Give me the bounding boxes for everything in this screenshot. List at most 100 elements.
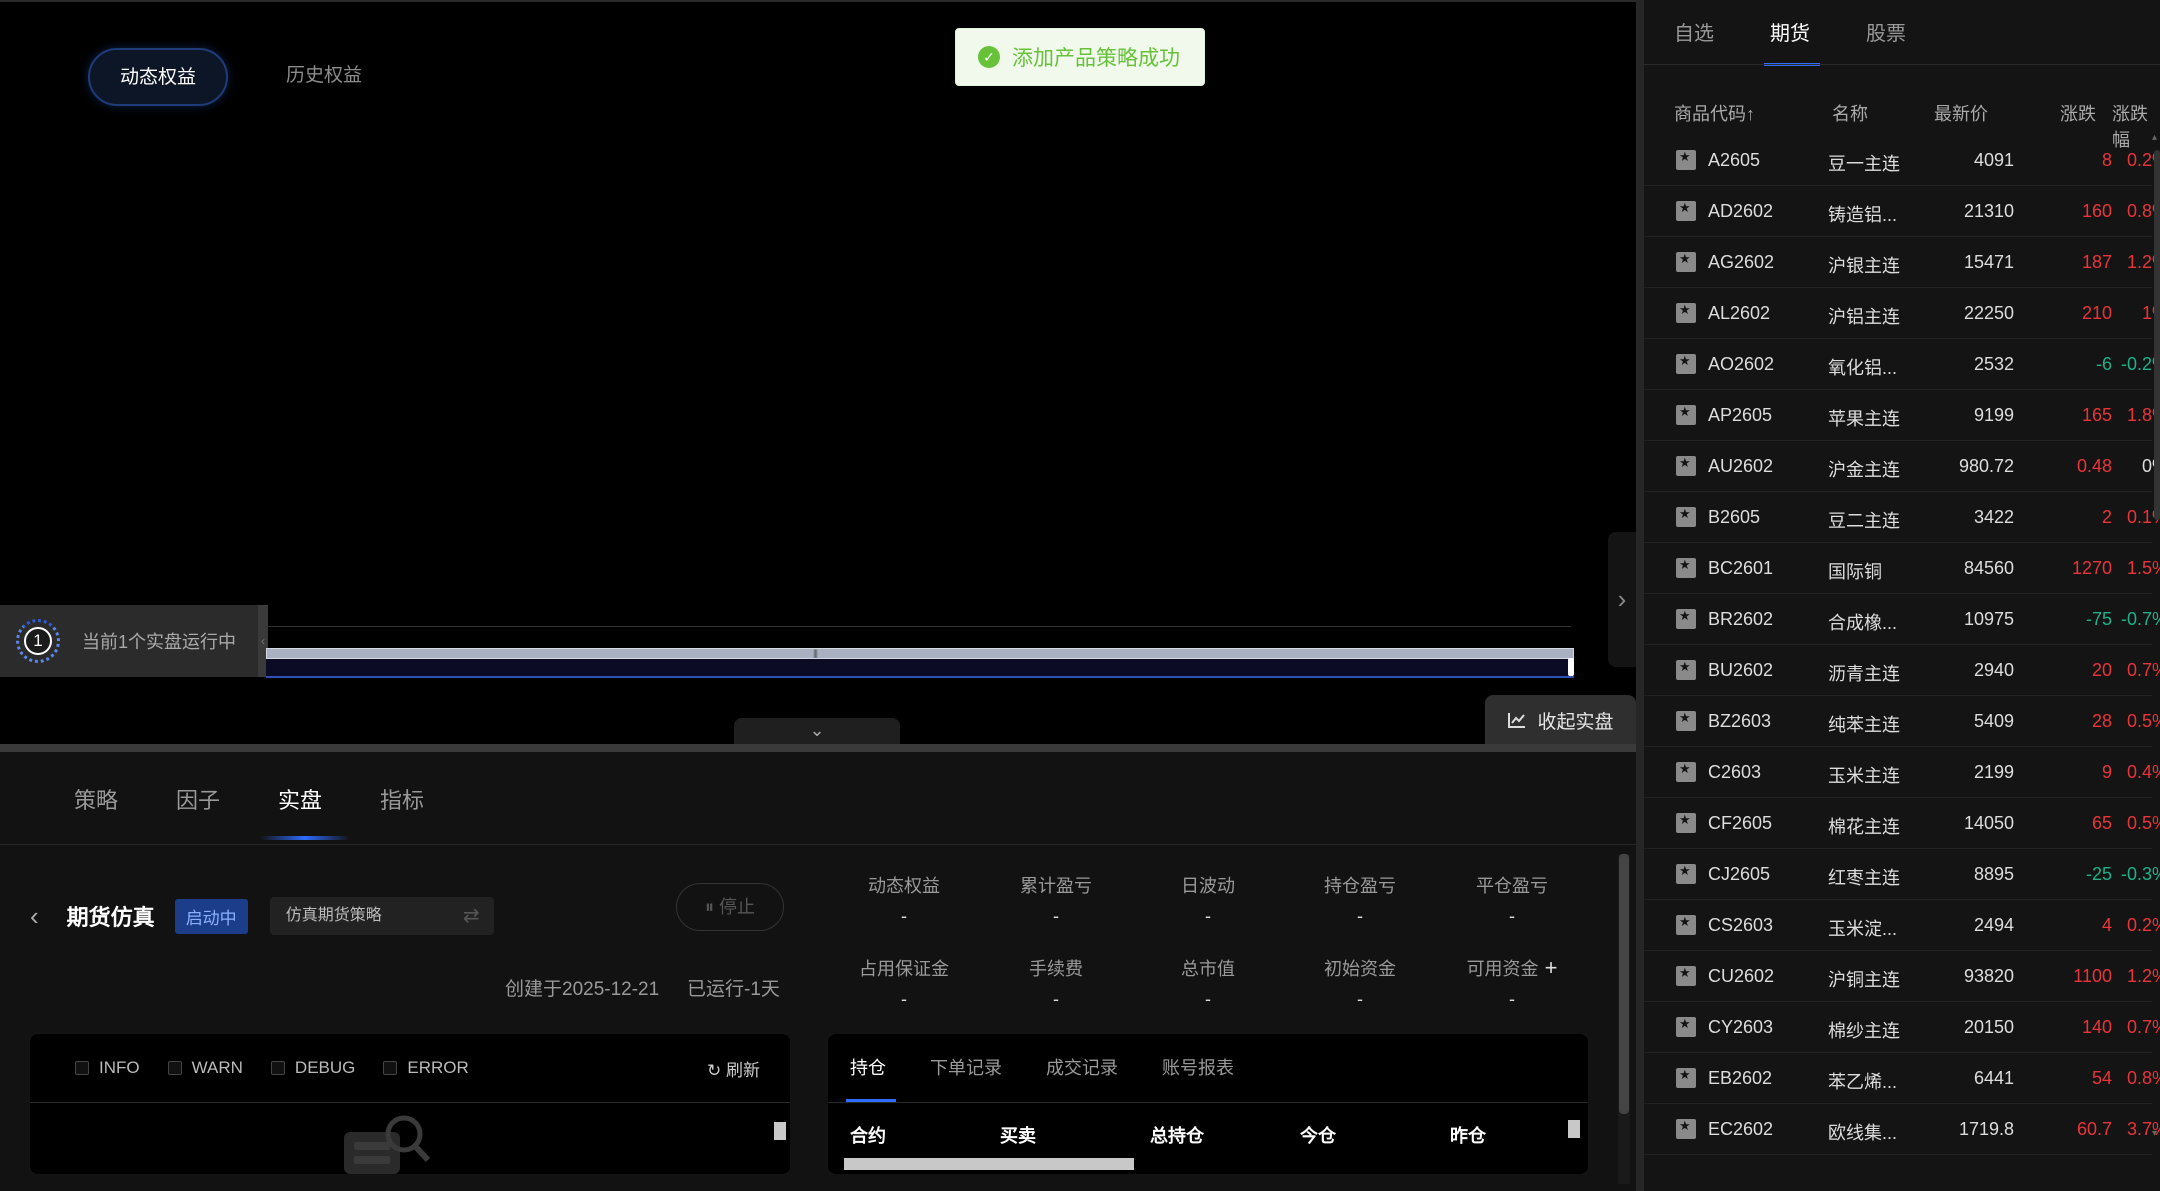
star-icon[interactable] — [1676, 710, 1696, 731]
star-icon[interactable] — [1676, 455, 1696, 476]
star-icon[interactable] — [1676, 863, 1696, 884]
quote-row[interactable]: BR2602合成橡...10975-75-0.7% — [1644, 595, 2160, 645]
chevron-down-icon[interactable]: ⌄ — [734, 718, 900, 744]
quote-row[interactable]: BZ2603纯苯主连5409280.5% — [1644, 697, 2160, 747]
quote-row[interactable]: CY2603棉纱主连201501400.7% — [1644, 1003, 2160, 1053]
column-code-sortable[interactable]: 商品代码↑ — [1674, 100, 1755, 126]
tab-history-equity[interactable]: 历史权益 — [256, 48, 392, 106]
log-scrollbar[interactable] — [774, 1110, 786, 1172]
scroll-up-icon[interactable]: ▴ — [2152, 132, 2157, 143]
checkbox[interactable] — [383, 1061, 398, 1075]
quote-row[interactable]: BU2602沥青主连2940200.7% — [1644, 646, 2160, 696]
quote-table-header: 商品代码↑ 名称 最新价 涨跌 涨跌幅 — [1644, 96, 2160, 150]
drag-grip-icon[interactable]: ||| — [813, 648, 818, 658]
scroll-thumb[interactable] — [1619, 854, 1629, 1114]
quote-code: BR2602 — [1708, 609, 1774, 629]
quote-name: 合成橡... — [1828, 613, 1898, 633]
chart-zoom-slider[interactable]: ||| — [266, 648, 1574, 659]
quote-change-pct: -0.7% — [2120, 609, 2160, 629]
quote-row[interactable]: B2605豆二主连342220.1% — [1644, 493, 2160, 543]
tab-positions[interactable]: 持仓 — [846, 1034, 896, 1102]
star-icon[interactable] — [1676, 251, 1696, 272]
star-icon[interactable] — [1676, 1016, 1696, 1037]
quote-row[interactable]: EC2602欧线集...1719.860.73.7% — [1644, 1105, 2160, 1155]
quote-row[interactable]: AO2602氧化铝...2532-6-0.2% — [1644, 340, 2160, 390]
star-icon[interactable] — [1676, 353, 1696, 374]
star-icon[interactable] — [1676, 608, 1696, 629]
filter-error[interactable]: ERROR — [383, 1058, 469, 1078]
quote-row[interactable]: BC2601国际铜8456012701.5% — [1644, 544, 2160, 594]
star-icon[interactable] — [1676, 506, 1696, 527]
fold-live-button[interactable]: 收起实盘 — [1485, 695, 1636, 745]
tab-dynamic-equity[interactable]: 动态权益 — [88, 48, 229, 106]
log-filters: INFO WARN DEBUG ERROR — [75, 1034, 469, 1102]
quote-code: EC2602 — [1708, 1119, 1774, 1139]
swap-icon[interactable]: ⇄ — [463, 897, 480, 935]
zoom-end-handle[interactable] — [1568, 658, 1574, 676]
checkbox[interactable] — [75, 1061, 89, 1075]
quote-row[interactable]: EB2602苯乙烯...6441540.8% — [1644, 1054, 2160, 1104]
quote-row[interactable]: C2603玉米主连219990.4% — [1644, 748, 2160, 798]
star-icon[interactable] — [1676, 1118, 1696, 1139]
metric-value: - — [1357, 989, 1363, 1009]
quote-row[interactable]: AL2602沪铝主连222502101% — [1644, 289, 2160, 339]
scroll-thumb[interactable] — [774, 1122, 786, 1140]
metric-label: 总市值 — [1181, 959, 1235, 979]
strategy-select[interactable]: 仿真期货策略 ⇄ — [269, 897, 494, 935]
star-icon[interactable] — [1676, 557, 1696, 578]
star-icon[interactable] — [1676, 1067, 1696, 1088]
quote-row[interactable]: AD2602铸造铝...213101600.8% — [1644, 187, 2160, 237]
filter-info[interactable]: INFO — [75, 1058, 140, 1078]
quote-row[interactable]: CF2605棉花主连14050650.5% — [1644, 799, 2160, 849]
tab-live[interactable]: 实盘 — [260, 752, 380, 842]
quote-row[interactable]: CS2603玉米淀...249440.2% — [1644, 901, 2160, 951]
quote-scrollbar[interactable] — [2154, 150, 2160, 520]
scroll-down-icon[interactable]: ▾ — [2152, 1128, 2157, 1139]
tab-orders[interactable]: 下单记录 — [930, 1034, 1002, 1102]
star-icon[interactable] — [1676, 200, 1696, 221]
star-icon[interactable] — [1676, 404, 1696, 425]
running-live-indicator[interactable]: 1 当前1个实盘运行中 ‹ — [0, 605, 268, 677]
star-icon[interactable] — [1676, 659, 1696, 680]
filter-debug[interactable]: DEBUG — [270, 1058, 355, 1078]
lower-panel-scrollbar[interactable] — [1618, 854, 1630, 1184]
tab-factor[interactable]: 因子 — [176, 752, 278, 842]
tab-futures[interactable]: 期货 — [1764, 0, 1820, 66]
positions-vscrollbar[interactable] — [1568, 1110, 1580, 1154]
scroll-thumb[interactable] — [1568, 1120, 1580, 1138]
quote-row[interactable]: AU2602沪金主连980.720.480% — [1644, 442, 2160, 492]
tab-account-report[interactable]: 账号报表 — [1162, 1034, 1234, 1102]
positions-panel: 持仓 下单记录 成交记录 账号报表 合约 买卖 总持仓 今仓 昨仓 — [828, 1034, 1588, 1174]
star-icon[interactable] — [1676, 149, 1696, 170]
quote-change-pct: 0.7% — [2126, 660, 2160, 680]
quote-change-pct: -0.3% — [2120, 864, 2160, 884]
quote-row[interactable]: CJ2605红枣主连8895-25-0.3% — [1644, 850, 2160, 900]
star-icon[interactable] — [1676, 812, 1696, 833]
tab-watchlist[interactable]: 自选 — [1674, 0, 1714, 62]
refresh-button[interactable]: ↻ 刷新 — [707, 1056, 760, 1081]
chevron-right-icon[interactable]: › — [1608, 532, 1636, 667]
quote-row[interactable]: AG2602沪银主连154711871.2% — [1644, 238, 2160, 288]
positions-hscrollbar[interactable] — [838, 1158, 1568, 1170]
tab-indicator[interactable]: 指标 — [380, 752, 482, 842]
plus-icon[interactable]: + — [1545, 955, 1558, 980]
star-icon[interactable] — [1676, 914, 1696, 935]
star-icon[interactable] — [1676, 761, 1696, 782]
log-panel: INFO WARN DEBUG ERROR ↻ 刷新 — [30, 1034, 790, 1174]
checkbox[interactable] — [167, 1061, 182, 1075]
star-icon[interactable] — [1676, 302, 1696, 323]
tab-stocks[interactable]: 股票 — [1866, 0, 1906, 62]
pane-splitter[interactable] — [0, 744, 1636, 752]
back-icon[interactable]: ‹ — [30, 901, 39, 932]
quote-row[interactable]: A2605豆一主连409180.2% — [1644, 136, 2160, 186]
filter-warn[interactable]: WARN — [167, 1058, 243, 1078]
star-icon[interactable] — [1676, 965, 1696, 986]
quote-change-pct: 0.5% — [2126, 711, 2160, 731]
quote-row[interactable]: AP2605苹果主连91991651.8% — [1644, 391, 2160, 441]
tab-strategy[interactable]: 策略 — [74, 752, 176, 842]
tab-trades[interactable]: 成交记录 — [1046, 1034, 1118, 1102]
scroll-thumb[interactable] — [844, 1158, 1134, 1170]
quote-row[interactable]: CU2602沪铜主连9382011001.2% — [1644, 952, 2160, 1002]
checkbox[interactable] — [270, 1061, 285, 1075]
stop-button[interactable]: ⏸ 停止 — [676, 883, 784, 931]
